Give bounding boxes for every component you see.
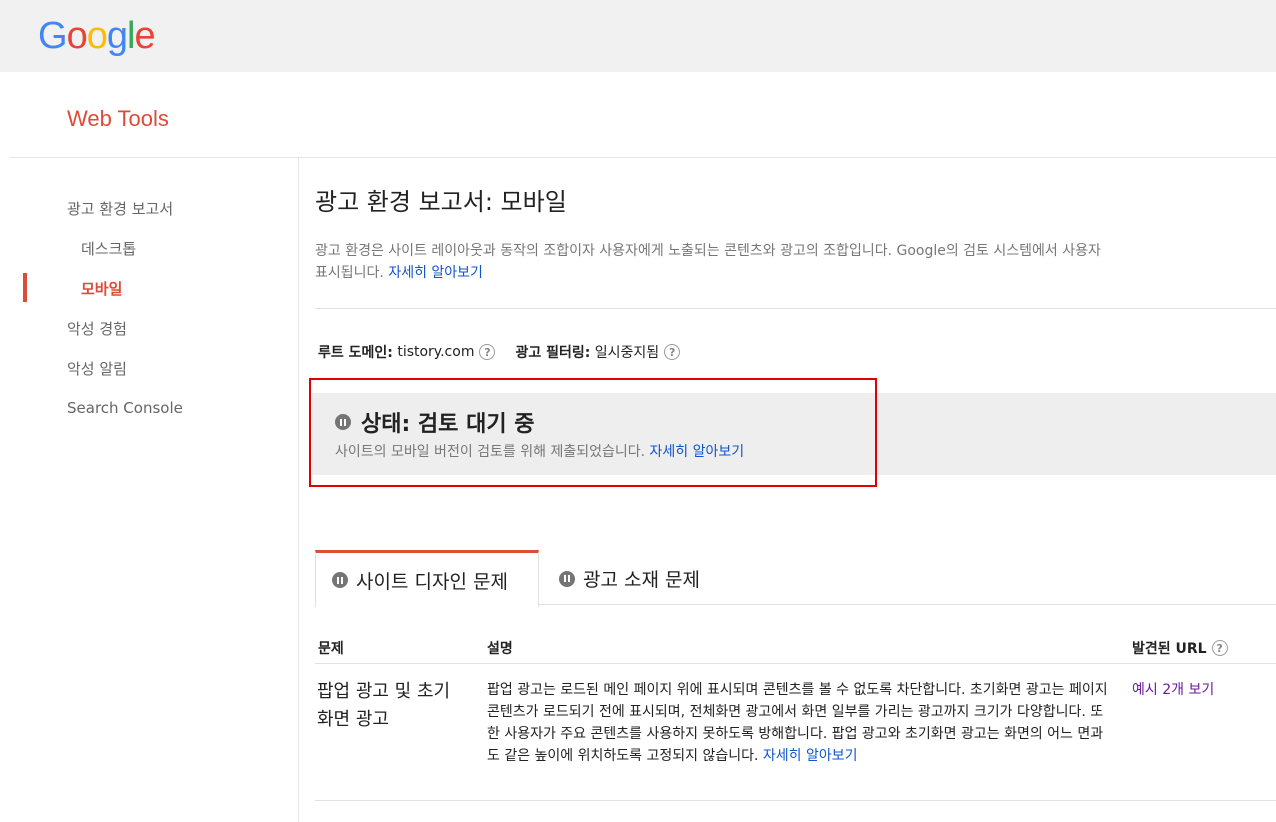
column-header-description: 설명 [487,641,513,657]
sidebar-item-mobile[interactable]: 모바일 [81,278,122,299]
root-domain-value: tistory.com [397,344,475,360]
sidebar-item-search-console[interactable]: Search Console [67,399,183,417]
ad-filtering-value: 일시중지됨 [594,345,660,361]
tab-label: 사이트 디자인 문제 [356,570,508,593]
description-cell: 팝업 광고는 로드된 메인 페이지 위에 표시되며 콘텐츠를 볼 수 없도록 차… [487,679,1112,767]
column-header-found-urls: 발견된 URL ? [1132,638,1228,658]
google-logo[interactable]: Google [38,14,156,58]
sidebar-item-abusive-notifications[interactable]: 악성 알림 [67,358,127,379]
root-domain-label: 루트 도메인: [318,345,393,361]
description-text: 표시됩니다. [315,265,384,281]
page-description: 광고 환경은 사이트 레이아웃과 동작의 조합이자 사용자에게 노출되는 콘텐츠… [315,240,1276,284]
description-line: 광고 환경은 사이트 레이아웃과 동작의 조합이자 사용자에게 노출되는 콘텐츠… [315,243,1101,259]
problem-cell: 팝업 광고 및 초기화면 광고 [317,681,451,730]
row-learn-more-link[interactable]: 자세히 알아보기 [763,748,858,764]
page-title: 광고 환경 보고서: 모바일 [315,188,567,216]
tab-site-design-issues[interactable]: 사이트 디자인 문제 [315,550,539,607]
site-meta: 루트 도메인: tistory.com ? 광고 필터링: 일시중지됨 ? [318,342,681,362]
tab-ad-creative-issues[interactable]: 광고 소재 문제 [559,550,700,607]
product-title[interactable]: Web Tools [67,106,169,132]
logo-letter: e [134,15,155,57]
active-indicator [23,273,27,302]
logo-letter: o [66,15,88,57]
logo-letter: g [106,15,128,57]
table-row-divider [315,800,1276,801]
help-icon[interactable]: ? [664,344,681,360]
tab-bar-divider [539,604,1276,605]
description-line-2: 표시됩니다. 자세히 알아보기 [315,262,1276,284]
header-divider [10,157,1276,158]
highlight-outline [309,378,877,487]
sidebar-divider [298,158,299,822]
tab-label: 광고 소재 문제 [583,569,700,591]
column-header-problem: 문제 [318,641,344,657]
ad-filtering-label: 광고 필터링: [515,345,591,361]
logo-letter: G [38,15,68,57]
column-header-found-urls-label: 발견된 URL [1132,641,1207,657]
help-icon[interactable]: ? [1211,640,1228,656]
logo-letter: o [86,15,108,57]
section-divider [315,308,1276,309]
sidebar-item-desktop[interactable]: 데스크톱 [81,238,136,259]
sidebar-item-ad-experience-report[interactable]: 광고 환경 보고서 [67,198,173,219]
pause-icon [332,572,348,588]
sidebar-item-abusive-experiences[interactable]: 악성 경험 [67,318,127,339]
view-examples-link[interactable]: 예시 2개 보기 [1132,679,1214,699]
pause-icon [559,570,575,587]
help-icon[interactable]: ? [479,344,496,360]
learn-more-link[interactable]: 자세히 알아보기 [388,265,483,281]
top-bar: Google [0,0,1276,72]
table-header-divider [315,663,1276,664]
